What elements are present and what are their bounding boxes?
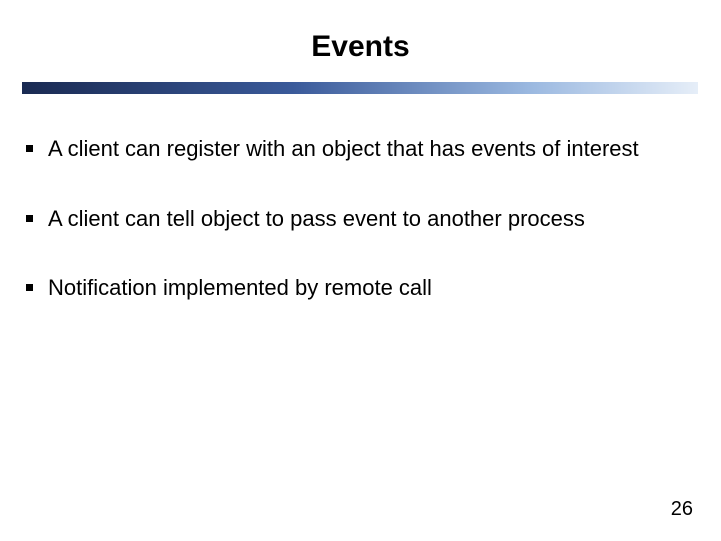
bullet-list: A client can register with an object tha… [22,135,699,302]
list-item: A client can tell object to pass event t… [22,205,699,233]
divider-bar [22,82,698,94]
list-item: A client can register with an object tha… [22,135,699,163]
page-number: 26 [671,498,693,521]
slide-title: Events [0,30,721,64]
list-item: Notification implemented by remote call [22,274,699,302]
slide: Events A client can register with an obj… [0,0,721,541]
slide-content: A client can register with an object tha… [22,135,699,344]
